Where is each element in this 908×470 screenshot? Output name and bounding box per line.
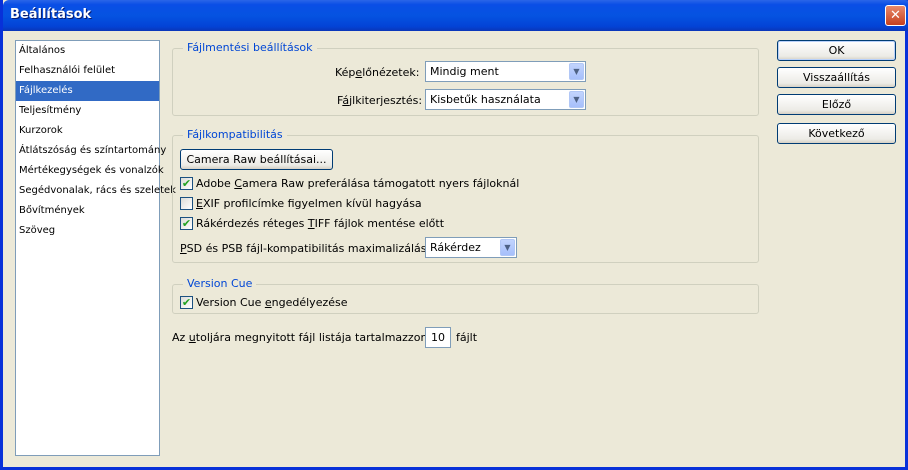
chevron-down-icon: ▼: [500, 239, 515, 256]
maximize-compat-select[interactable]: Rákérdez ▼: [425, 237, 517, 258]
file-extension-select[interactable]: Kisbetűk használata ▼: [425, 89, 586, 110]
recent-files-unit-label: fájlt: [456, 331, 478, 344]
prefer-camera-raw-label: Adobe Camera Raw preferálása támogatott …: [196, 177, 520, 190]
ask-layered-tiff-label: Rákérdezés réteges TIFF fájlok mentése e…: [196, 217, 445, 230]
reset-button[interactable]: Visszaállítás: [777, 67, 896, 88]
sidebar-item[interactable]: Felhasználói felület: [16, 61, 159, 81]
sidebar-item[interactable]: Átlátszóság és színtartomány: [16, 141, 166, 161]
sidebar-item[interactable]: Általános: [16, 41, 159, 61]
file-compatibility-group-title: Fájlkompatibilitás: [183, 128, 287, 141]
enable-version-cue-checkbox[interactable]: ✔: [180, 296, 193, 309]
file-extension-value: Kisbetűk használata: [430, 93, 541, 106]
image-preview-select[interactable]: Mindig ment ▼: [425, 61, 586, 82]
ignore-exif-checkbox[interactable]: [180, 197, 193, 210]
camera-raw-settings-button[interactable]: Camera Raw beállításai...: [180, 149, 333, 170]
sidebar-item[interactable]: Segédvonalak, rács és szeletek: [16, 181, 176, 201]
previous-button[interactable]: Előző: [777, 94, 896, 115]
file-saving-group-title: Fájlmentési beállítások: [183, 41, 317, 54]
sidebar-item[interactable]: Bővítmények: [16, 201, 159, 221]
chevron-down-icon: ▼: [569, 63, 584, 80]
file-extension-label: Fájlkiterjesztés:: [337, 94, 423, 107]
ask-layered-tiff-checkbox[interactable]: ✔: [180, 217, 193, 230]
sidebar-item[interactable]: Kurzorok: [16, 121, 159, 141]
ok-button[interactable]: OK: [777, 40, 896, 61]
prefer-camera-raw-checkbox[interactable]: ✔: [180, 177, 193, 190]
close-icon[interactable]: ✕: [885, 5, 906, 26]
image-preview-value: Mindig ment: [430, 65, 499, 78]
recent-files-label: Az utoljára megnyitott fájl listája tart…: [172, 331, 432, 344]
maximize-compat-label: PSD és PSB fájl-kompatibilitás maximaliz…: [180, 242, 437, 255]
version-cue-group-title: Version Cue: [183, 277, 257, 290]
next-button[interactable]: Következő: [777, 123, 896, 144]
ignore-exif-label: EXIF profilcímke figyelmen kívül hagyása: [196, 197, 422, 210]
chevron-down-icon: ▼: [569, 91, 584, 108]
image-preview-label: Képelőnézetek:: [335, 66, 420, 79]
sidebar-item[interactable]: Fájlkezelés: [16, 81, 159, 101]
enable-version-cue-label: Version Cue engedélyezése: [196, 296, 348, 309]
title-bar[interactable]: Beállítások ✕: [3, 0, 908, 31]
category-list[interactable]: Általános Felhasználói felület Fájlkezelés…: [15, 40, 176, 456]
dialog-title: Beállítások: [10, 7, 92, 22]
sidebar-item[interactable]: Mértékegységek és vonalzók: [16, 161, 164, 181]
maximize-compat-value: Rákérdez: [430, 241, 481, 254]
sidebar-item[interactable]: Szöveg: [16, 221, 159, 241]
preferences-dialog: Beállítások ✕ Általános Felhasználói felü…: [0, 0, 908, 470]
sidebar-item[interactable]: Teljesítmény: [16, 101, 159, 121]
recent-files-count-input[interactable]: 10: [425, 327, 451, 348]
